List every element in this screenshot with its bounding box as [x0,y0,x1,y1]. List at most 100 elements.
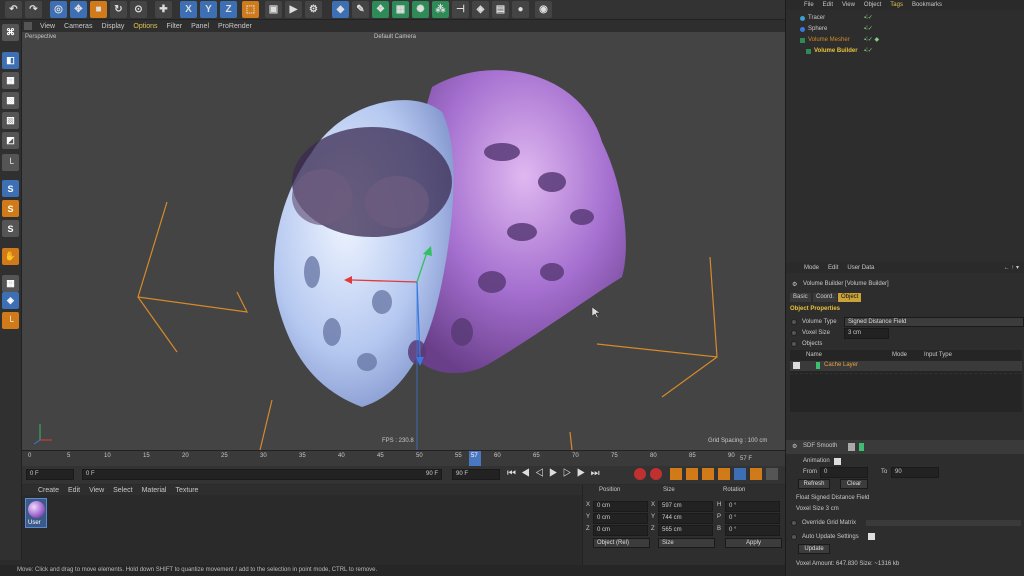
override-grid-slider[interactable] [866,520,1021,526]
auto-update-checkbox[interactable] [868,533,875,540]
position-z-field[interactable]: 0 cm [593,525,648,536]
object-menu-tags[interactable]: Tags [890,2,903,8]
checkbox-icon[interactable] [793,362,800,369]
material-menu-texture[interactable]: Texture [176,487,199,494]
deformer-icon[interactable]: ✺ [412,1,429,18]
apply-button[interactable]: Apply [725,538,782,548]
material-swatch[interactable]: User [25,498,47,528]
object-menu-edit[interactable]: Edit [823,2,833,8]
voxel-size-field[interactable]: 3 cm [844,328,889,339]
to-field[interactable]: 90 [891,467,939,478]
viewport-grid-icon[interactable] [24,22,32,30]
render-picture-viewer-icon[interactable]: ▶ [285,1,302,18]
autokey-icon[interactable] [650,468,662,480]
volume-type-select[interactable]: Signed Distance Field [844,317,1024,327]
object-menu-file[interactable]: File [804,2,814,8]
attr-menu-user-data[interactable]: User Data [847,265,874,271]
gear-icon[interactable]: ⚙ [792,443,797,450]
transport-controls[interactable]: ⏮◀◁▶▷▶⏭ [507,468,605,479]
rotation-p-field[interactable]: 0 ° [725,513,780,524]
coordinate-system-icon[interactable]: ⬚ [242,1,259,18]
quantize-icon[interactable]: S [2,220,19,237]
attr-menu-mode[interactable]: Mode [804,265,819,271]
object-row-volume-builder[interactable]: Volume Builder ▪⁞✓ [786,46,1024,57]
anim-dot-icon[interactable] [791,520,797,526]
anim-dot-icon[interactable] [791,319,797,325]
grid-icon[interactable]: ▦ [2,275,19,292]
anim-dot-icon[interactable] [791,341,797,347]
timeline-ruler[interactable]: 0 5 10 15 20 25 30 35 40 45 50 55 57 60 … [22,450,785,466]
viewport-menu-cameras[interactable]: Cameras [64,23,92,30]
z-axis-lock-icon[interactable]: Z [220,1,237,18]
visibility-check-icon[interactable]: ▪⁞✓ [864,13,873,24]
recent-tool-icon[interactable]: ⊙ [130,1,147,18]
object-menu-bookmarks[interactable]: Bookmarks [912,2,942,8]
snap-settings-icon[interactable]: S [2,200,19,217]
keyframe-scale-icon[interactable] [686,468,698,480]
anim-dot-icon[interactable] [791,534,797,540]
offset-frame-field[interactable]: 0 F [82,469,442,480]
scene-floor-icon[interactable]: ▤ [492,1,509,18]
attr-menu-edit[interactable]: Edit [828,265,838,271]
keyframe-rotation-icon[interactable] [702,468,714,480]
clear-button[interactable]: Clear [840,479,868,489]
size-mode-select[interactable]: Size [658,538,715,548]
layer-icon[interactable]: ◈ [2,292,19,309]
y-axis-lock-icon[interactable]: Y [200,1,217,18]
size-y-field[interactable]: 744 cm [658,513,713,524]
anim-dot-icon[interactable] [791,330,797,336]
viewport-menu-display[interactable]: Display [101,23,124,30]
viewport-menu-prorender[interactable]: ProRender [218,23,252,30]
material-menu-material[interactable]: Material [142,487,167,494]
rotate-tool-icon[interactable]: ↻ [110,1,127,18]
record-icon[interactable] [634,468,646,480]
scale-tool-icon[interactable]: ■ [90,1,107,18]
object-row-sphere[interactable]: Sphere ▪⁞✓ [786,24,1024,35]
workplane-icon[interactable]: ▧ [2,112,19,129]
tweak-mode-icon[interactable]: └ [2,154,19,171]
material-tag-icon[interactable]: ◈ [472,1,489,18]
render-settings-icon[interactable]: ⚙ [305,1,322,18]
x-axis-lock-icon[interactable]: X [180,1,197,18]
model-mode-icon[interactable]: ▦ [2,72,19,89]
visibility-check-icon[interactable]: ▪⁞✓ [864,24,873,35]
update-button[interactable]: Update [798,544,830,554]
nav-arrows-icon[interactable]: ← ↑ ▾ [1004,264,1024,271]
material-menu-view[interactable]: View [89,487,104,494]
material-menu-create[interactable]: Create [38,487,59,494]
material-menu-edit[interactable]: Edit [68,487,80,494]
array-icon[interactable]: ▦ [392,1,409,18]
soft-selection-icon[interactable]: ✋ [2,248,19,265]
viewport-menu-panel[interactable]: Panel [191,23,209,30]
folder-icon[interactable] [848,443,855,451]
coordinate-mode-select[interactable]: Object (Rel) [593,538,650,548]
keyframe-position-icon[interactable] [670,468,682,480]
viewport-menu-view[interactable]: View [40,23,55,30]
rotation-b-field[interactable]: 0 ° [725,525,780,536]
keyframe-pla-icon[interactable] [734,468,746,480]
live-select-icon[interactable]: ◎ [50,1,67,18]
timeline-layout-icon[interactable] [750,468,762,480]
python-icon[interactable]: ⌘ [2,24,19,41]
cube-icon[interactable]: ◆ [332,1,349,18]
material-menu-select[interactable]: Select [113,487,132,494]
camera-icon[interactable]: ● [512,1,529,18]
keyframe-param-icon[interactable] [718,468,730,480]
tab-coord[interactable]: Coord. [813,293,838,302]
from-field[interactable]: 0 [820,467,868,478]
tab-basic[interactable]: Basic [790,293,811,302]
pen-spline-icon[interactable]: ✎ [352,1,369,18]
nurbs-icon[interactable]: ❖ [372,1,389,18]
texture-mode-icon[interactable]: ▩ [2,92,19,109]
axis-mode-icon[interactable]: ◩ [2,132,19,149]
viewport-3d[interactable]: Perspective Default Camera ✥ ⇕ ↻ ▢ [22,32,785,450]
visibility-check-icon[interactable]: ▪⁞✓ ◆ [864,35,879,46]
snap-icon[interactable]: S [2,180,19,197]
refresh-button[interactable]: Refresh [798,479,830,489]
tab-object[interactable]: Object [838,293,862,302]
field-icon[interactable]: ⊣ [452,1,469,18]
light-icon[interactable]: ◉ [535,1,552,18]
redo-icon[interactable]: ↷ [25,1,42,18]
add-icon[interactable]: ✚ [155,1,172,18]
start-frame-field[interactable]: 0 F [26,469,74,480]
